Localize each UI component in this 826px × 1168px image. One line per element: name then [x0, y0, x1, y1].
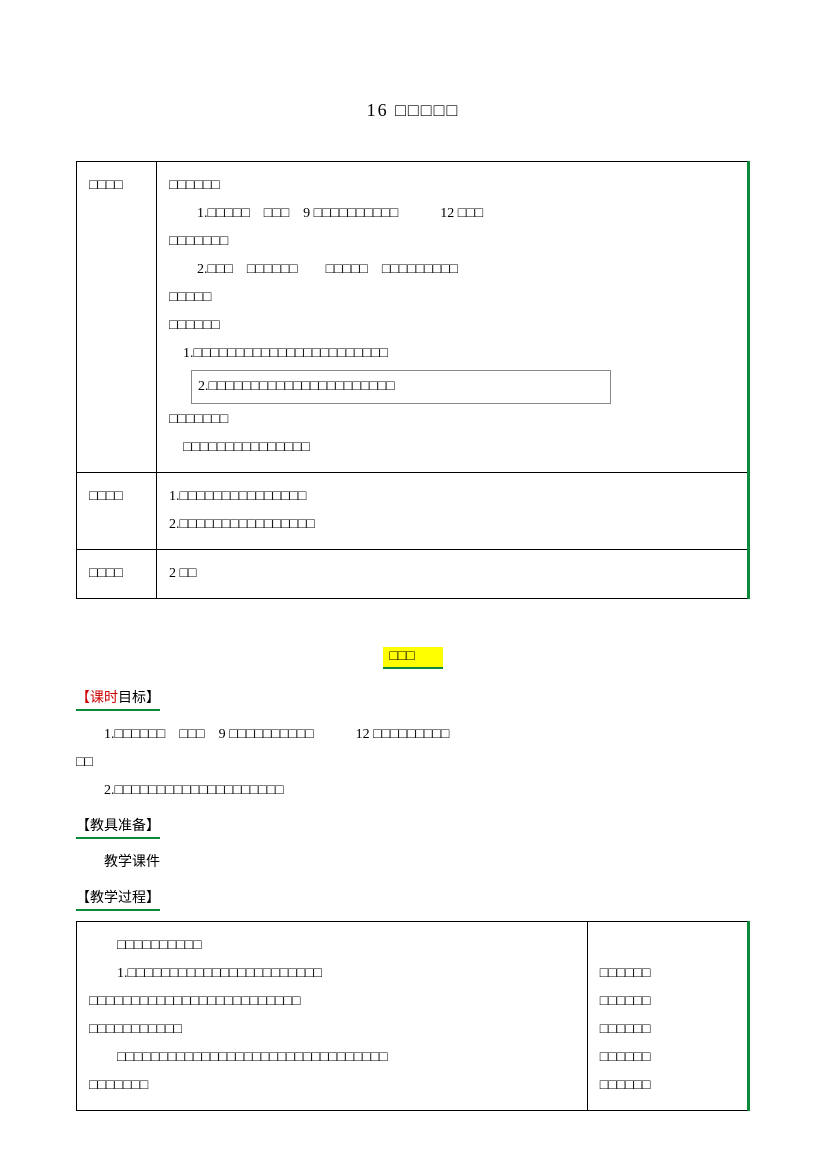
- row2-line1: 1.□□□□□□□□□□□□□□□: [169, 483, 735, 511]
- group1-heading: □□□□□□: [169, 172, 735, 200]
- objectives-heading-red: 【课时: [76, 691, 118, 706]
- objectives-heading: 【课时目标】: [76, 687, 160, 711]
- overview-table: □□□□ □□□□□□ 1.□□□□□ □□□ 9 □□□□□□□□□□ 12 …: [76, 161, 750, 599]
- lesson-marker: □□□: [76, 647, 750, 669]
- row2-line2: 2.□□□□□□□□□□□□□□□□: [169, 511, 735, 539]
- pr-4: □□□□□□: [600, 1044, 735, 1072]
- row3-content: 2 □□: [157, 550, 749, 599]
- row1-label: □□□□: [77, 162, 157, 473]
- pl-l3: □□□□□□□□□□□: [89, 1016, 575, 1044]
- pl-h: □□□□□□□□□□: [89, 932, 575, 960]
- lesson-marker-text: □□□: [383, 647, 442, 669]
- pr-5: □□□□□□: [600, 1072, 735, 1100]
- obj-line1b: □□: [76, 749, 750, 777]
- section-objectives: 【课时目标】 1.□□□□□□ □□□ 9 □□□□□□□□□□ 12 □□□□…: [76, 687, 750, 805]
- g1-line1b: □□□□□□□: [169, 228, 735, 256]
- pl-l1: 1.□□□□□□□□□□□□□□□□□□□□□□□: [89, 960, 575, 988]
- pr-2: □□□□□□: [600, 988, 735, 1016]
- section-process: 【教学过程】 □□□□□□□□□□ 1.□□□□□□□□□□□□□□□□□□□□…: [76, 887, 750, 1111]
- document-title: 16 □□□□□: [76, 100, 750, 121]
- pl-l2: □□□□□□□□□□□□□□□□□□□□□□□□□: [89, 988, 575, 1016]
- materials-heading: 【教具准备】: [76, 815, 160, 839]
- g2-item1: 1.□□□□□□□□□□□□□□□□□□□□□□□: [169, 340, 735, 368]
- obj-line2: 2.□□□□□□□□□□□□□□□□□□□□: [76, 777, 750, 805]
- materials-text: 教学课件: [76, 849, 750, 877]
- row2-label: □□□□: [77, 473, 157, 550]
- g3-line: □□□□□□□□□□□□□□□: [169, 434, 735, 462]
- objectives-body: 1.□□□□□□ □□□ 9 □□□□□□□□□□ 12 □□□□□□□□□ □…: [76, 721, 750, 805]
- section-materials: 【教具准备】 教学课件: [76, 815, 750, 877]
- g1-line2: 2.□□□ □□□□□□ □□□□□ □□□□□□□□□: [169, 256, 735, 284]
- pl-l4: □□□□□□□□□□□□□□□□□□□□□□□□□□□□□□□□: [89, 1044, 575, 1072]
- g1-line2b: □□□□□: [169, 284, 735, 312]
- row2-content: 1.□□□□□□□□□□□□□□□ 2.□□□□□□□□□□□□□□□□: [157, 473, 749, 550]
- process-left: □□□□□□□□□□ 1.□□□□□□□□□□□□□□□□□□□□□□□ □□□…: [77, 922, 588, 1111]
- group2-heading: □□□□□□: [169, 312, 735, 340]
- row1-content: □□□□□□ 1.□□□□□ □□□ 9 □□□□□□□□□□ 12 □□□ □…: [157, 162, 749, 473]
- process-table: □□□□□□□□□□ 1.□□□□□□□□□□□□□□□□□□□□□□□ □□□…: [76, 921, 750, 1111]
- pr-1: □□□□□□: [600, 960, 735, 988]
- pl-l5: □□□□□□□: [89, 1072, 575, 1100]
- group3-heading: □□□□□□□: [169, 406, 735, 434]
- objectives-heading-rest: 目标】: [118, 691, 160, 706]
- obj-line1: 1.□□□□□□ □□□ 9 □□□□□□□□□□ 12 □□□□□□□□□: [76, 721, 750, 749]
- process-right: □□□□□□ □□□□□□ □□□□□□ □□□□□□ □□□□□□: [587, 922, 748, 1111]
- process-heading: 【教学过程】: [76, 887, 160, 911]
- g1-line1: 1.□□□□□ □□□ 9 □□□□□□□□□□ 12 □□□: [169, 200, 735, 228]
- pr-3: □□□□□□: [600, 1016, 735, 1044]
- g2-item2-box: 2.□□□□□□□□□□□□□□□□□□□□□□: [191, 370, 611, 404]
- materials-body: 教学课件: [76, 849, 750, 877]
- g2-item2-wrap: 2.□□□□□□□□□□□□□□□□□□□□□□: [169, 368, 735, 406]
- row3-label: □□□□: [77, 550, 157, 599]
